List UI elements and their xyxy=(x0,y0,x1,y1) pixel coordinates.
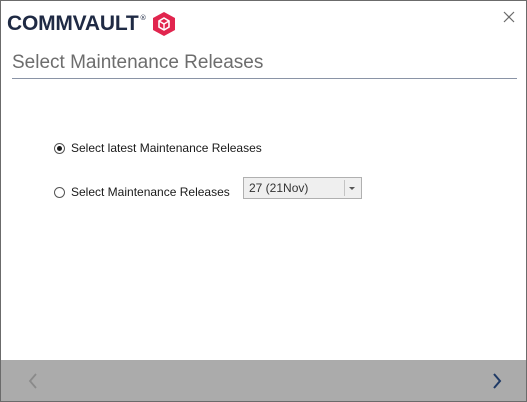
chevron-right-icon[interactable] xyxy=(490,372,504,390)
release-select-value: 27 (21Nov) xyxy=(249,181,309,195)
option-specific-releases[interactable]: Select Maintenance Releases xyxy=(54,185,230,199)
title-divider xyxy=(12,78,517,79)
specific-releases-label: Select Maintenance Releases xyxy=(71,185,230,199)
logo-trademark: ® xyxy=(139,14,147,22)
dropdown-arrow-icon[interactable] xyxy=(346,180,358,196)
latest-releases-radio[interactable] xyxy=(54,142,65,154)
close-icon[interactable] xyxy=(502,10,516,24)
page-title: Select Maintenance Releases xyxy=(12,52,264,73)
specific-releases-radio[interactable] xyxy=(54,186,65,198)
installer-window: COMMVAULT ® Select Maintenance Releases … xyxy=(0,0,527,402)
cube-logo-icon xyxy=(152,12,175,36)
commvault-logo: COMMVAULT ® xyxy=(7,9,176,39)
navigation-footer xyxy=(1,360,526,401)
chevron-left-icon[interactable] xyxy=(26,372,40,390)
release-select[interactable]: 27 (21Nov) xyxy=(243,177,362,199)
latest-releases-label: Select latest Maintenance Releases xyxy=(71,141,262,155)
option-latest-releases[interactable]: Select latest Maintenance Releases xyxy=(54,141,262,155)
select-divider xyxy=(344,180,345,196)
logo-text: COMMVAULT xyxy=(7,12,139,35)
